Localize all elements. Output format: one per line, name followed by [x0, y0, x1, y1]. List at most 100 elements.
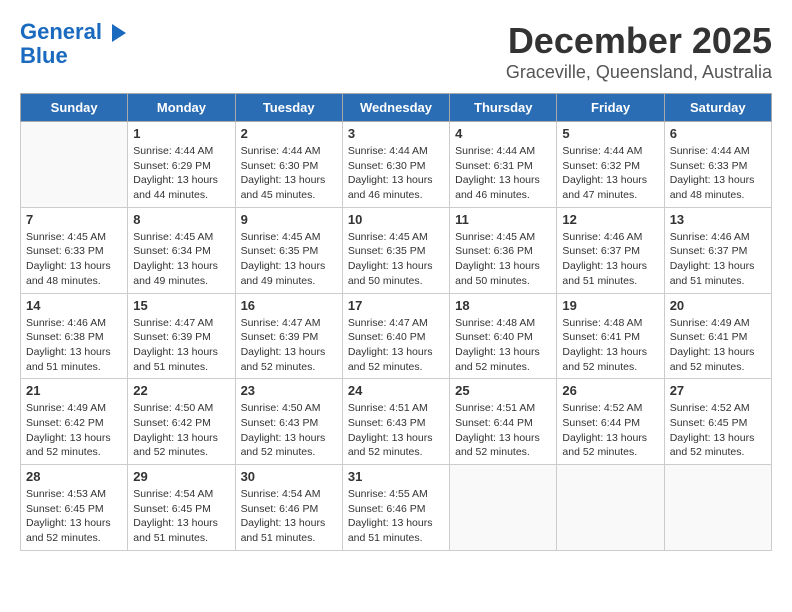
- day-detail: Sunrise: 4:51 AM Sunset: 6:44 PM Dayligh…: [455, 401, 551, 460]
- day-detail: Sunrise: 4:46 AM Sunset: 6:37 PM Dayligh…: [562, 230, 658, 289]
- calendar-cell: 31 Sunrise: 4:55 AM Sunset: 6:46 PM Dayli…: [342, 465, 449, 551]
- day-number: 1: [133, 126, 229, 141]
- day-detail: Sunrise: 4:46 AM Sunset: 6:37 PM Dayligh…: [670, 230, 766, 289]
- day-detail: Sunrise: 4:45 AM Sunset: 6:33 PM Dayligh…: [26, 230, 122, 289]
- day-number: 30: [241, 469, 337, 484]
- calendar-cell: 17Sunrise: 4:47 AM Sunset: 6:40 PM Dayli…: [342, 293, 449, 379]
- day-number: 11: [455, 212, 551, 227]
- day-number: 14: [26, 298, 122, 313]
- day-number: 25: [455, 383, 551, 398]
- day-detail: Sunrise: 4:45 AM Sunset: 6:35 PM Dayligh…: [348, 230, 444, 289]
- calendar-cell: 10 Sunrise: 4:45 AM Sunset: 6:35 PM Dayli…: [342, 207, 449, 293]
- calendar-cell: 26 Sunrise: 4:52 AM Sunset: 6:44 PM Dayli…: [557, 379, 664, 465]
- day-detail: Sunrise: 4:54 AM Sunset: 6:45 PM Dayligh…: [133, 487, 229, 546]
- calendar-cell: 29 Sunrise: 4:54 AM Sunset: 6:45 PM Dayli…: [128, 465, 235, 551]
- logo: General Blue: [20, 20, 126, 68]
- calendar-cell: [557, 465, 664, 551]
- day-number: 21: [26, 383, 122, 398]
- calendar-cell: 9 Sunrise: 4:45 AM Sunset: 6:35 PM Daylig…: [235, 207, 342, 293]
- day-detail: Sunrise: 4:47 AM Sunset: 6:39 PM Dayligh…: [133, 316, 229, 375]
- calendar-cell: 12Sunrise: 4:46 AM Sunset: 6:37 PM Dayli…: [557, 207, 664, 293]
- day-number: 20: [670, 298, 766, 313]
- month-title: December 2025: [506, 20, 772, 62]
- calendar-cell: 24Sunrise: 4:51 AM Sunset: 6:43 PM Dayli…: [342, 379, 449, 465]
- day-number: 26: [562, 383, 658, 398]
- calendar-cell: 23 Sunrise: 4:50 AM Sunset: 6:43 PM Dayli…: [235, 379, 342, 465]
- day-number: 9: [241, 212, 337, 227]
- day-detail: Sunrise: 4:46 AM Sunset: 6:38 PM Dayligh…: [26, 316, 122, 375]
- calendar-cell: 3 Sunrise: 4:44 AM Sunset: 6:30 PM Daylig…: [342, 122, 449, 208]
- week-row-4: 21 Sunrise: 4:49 AM Sunset: 6:42 PM Dayli…: [21, 379, 772, 465]
- day-detail: Sunrise: 4:55 AM Sunset: 6:46 PM Dayligh…: [348, 487, 444, 546]
- calendar-cell: 4Sunrise: 4:44 AM Sunset: 6:31 PM Daylig…: [450, 122, 557, 208]
- day-detail: Sunrise: 4:52 AM Sunset: 6:44 PM Dayligh…: [562, 401, 658, 460]
- calendar-cell: 7 Sunrise: 4:45 AM Sunset: 6:33 PM Daylig…: [21, 207, 128, 293]
- day-detail: Sunrise: 4:50 AM Sunset: 6:42 PM Dayligh…: [133, 401, 229, 460]
- day-number: 15: [133, 298, 229, 313]
- day-header-friday: Friday: [557, 94, 664, 122]
- day-detail: Sunrise: 4:44 AM Sunset: 6:32 PM Dayligh…: [562, 144, 658, 203]
- week-row-5: 28 Sunrise: 4:53 AM Sunset: 6:45 PM Dayli…: [21, 465, 772, 551]
- calendar-cell: 1 Sunrise: 4:44 AM Sunset: 6:29 PM Daylig…: [128, 122, 235, 208]
- calendar-cell: 30 Sunrise: 4:54 AM Sunset: 6:46 PM Dayli…: [235, 465, 342, 551]
- day-number: 31: [348, 469, 444, 484]
- calendar-cell: 22 Sunrise: 4:50 AM Sunset: 6:42 PM Dayli…: [128, 379, 235, 465]
- logo-blue: Blue: [20, 44, 126, 68]
- calendar-cell: 11 Sunrise: 4:45 AM Sunset: 6:36 PM Dayli…: [450, 207, 557, 293]
- day-number: 29: [133, 469, 229, 484]
- day-number: 18: [455, 298, 551, 313]
- calendar-cell: [450, 465, 557, 551]
- day-header-monday: Monday: [128, 94, 235, 122]
- day-number: 6: [670, 126, 766, 141]
- calendar-cell: 5Sunrise: 4:44 AM Sunset: 6:32 PM Daylig…: [557, 122, 664, 208]
- day-number: 28: [26, 469, 122, 484]
- calendar-cell: [664, 465, 771, 551]
- calendar-cell: 21 Sunrise: 4:49 AM Sunset: 6:42 PM Dayli…: [21, 379, 128, 465]
- week-row-1: 1 Sunrise: 4:44 AM Sunset: 6:29 PM Daylig…: [21, 122, 772, 208]
- day-number: 13: [670, 212, 766, 227]
- day-detail: Sunrise: 4:44 AM Sunset: 6:30 PM Dayligh…: [348, 144, 444, 203]
- day-number: 10: [348, 212, 444, 227]
- calendar-cell: 2Sunrise: 4:44 AM Sunset: 6:30 PM Daylig…: [235, 122, 342, 208]
- day-number: 23: [241, 383, 337, 398]
- day-detail: Sunrise: 4:52 AM Sunset: 6:45 PM Dayligh…: [670, 401, 766, 460]
- day-number: 19: [562, 298, 658, 313]
- logo-general: General: [20, 19, 102, 44]
- day-number: 7: [26, 212, 122, 227]
- day-detail: Sunrise: 4:47 AM Sunset: 6:39 PM Dayligh…: [241, 316, 337, 375]
- calendar-cell: 18 Sunrise: 4:48 AM Sunset: 6:40 PM Dayli…: [450, 293, 557, 379]
- week-row-2: 7 Sunrise: 4:45 AM Sunset: 6:33 PM Daylig…: [21, 207, 772, 293]
- day-detail: Sunrise: 4:49 AM Sunset: 6:42 PM Dayligh…: [26, 401, 122, 460]
- day-detail: Sunrise: 4:53 AM Sunset: 6:45 PM Dayligh…: [26, 487, 122, 546]
- day-detail: Sunrise: 4:49 AM Sunset: 6:41 PM Dayligh…: [670, 316, 766, 375]
- day-detail: Sunrise: 4:47 AM Sunset: 6:40 PM Dayligh…: [348, 316, 444, 375]
- calendar-header-row: SundayMondayTuesdayWednesdayThursdayFrid…: [21, 94, 772, 122]
- day-number: 27: [670, 383, 766, 398]
- week-row-3: 14 Sunrise: 4:46 AM Sunset: 6:38 PM Dayli…: [21, 293, 772, 379]
- day-number: 22: [133, 383, 229, 398]
- day-detail: Sunrise: 4:51 AM Sunset: 6:43 PM Dayligh…: [348, 401, 444, 460]
- calendar-cell: 27 Sunrise: 4:52 AM Sunset: 6:45 PM Dayli…: [664, 379, 771, 465]
- calendar-cell: 15 Sunrise: 4:47 AM Sunset: 6:39 PM Dayli…: [128, 293, 235, 379]
- day-detail: Sunrise: 4:48 AM Sunset: 6:40 PM Dayligh…: [455, 316, 551, 375]
- day-number: 8: [133, 212, 229, 227]
- day-detail: Sunrise: 4:44 AM Sunset: 6:31 PM Dayligh…: [455, 144, 551, 203]
- location-subtitle: Graceville, Queensland, Australia: [506, 62, 772, 83]
- calendar-cell: 16 Sunrise: 4:47 AM Sunset: 6:39 PM Dayli…: [235, 293, 342, 379]
- page-header: General Blue December 2025 Graceville, Q…: [20, 20, 772, 83]
- day-header-tuesday: Tuesday: [235, 94, 342, 122]
- day-number: 3: [348, 126, 444, 141]
- day-header-sunday: Sunday: [21, 94, 128, 122]
- day-detail: Sunrise: 4:50 AM Sunset: 6:43 PM Dayligh…: [241, 401, 337, 460]
- day-detail: Sunrise: 4:45 AM Sunset: 6:34 PM Dayligh…: [133, 230, 229, 289]
- calendar-cell: 19Sunrise: 4:48 AM Sunset: 6:41 PM Dayli…: [557, 293, 664, 379]
- day-number: 16: [241, 298, 337, 313]
- day-header-saturday: Saturday: [664, 94, 771, 122]
- day-detail: Sunrise: 4:54 AM Sunset: 6:46 PM Dayligh…: [241, 487, 337, 546]
- day-detail: Sunrise: 4:44 AM Sunset: 6:29 PM Dayligh…: [133, 144, 229, 203]
- calendar-cell: 13 Sunrise: 4:46 AM Sunset: 6:37 PM Dayli…: [664, 207, 771, 293]
- title-block: December 2025 Graceville, Queensland, Au…: [506, 20, 772, 83]
- day-detail: Sunrise: 4:45 AM Sunset: 6:36 PM Dayligh…: [455, 230, 551, 289]
- day-detail: Sunrise: 4:45 AM Sunset: 6:35 PM Dayligh…: [241, 230, 337, 289]
- calendar-cell: 20 Sunrise: 4:49 AM Sunset: 6:41 PM Dayli…: [664, 293, 771, 379]
